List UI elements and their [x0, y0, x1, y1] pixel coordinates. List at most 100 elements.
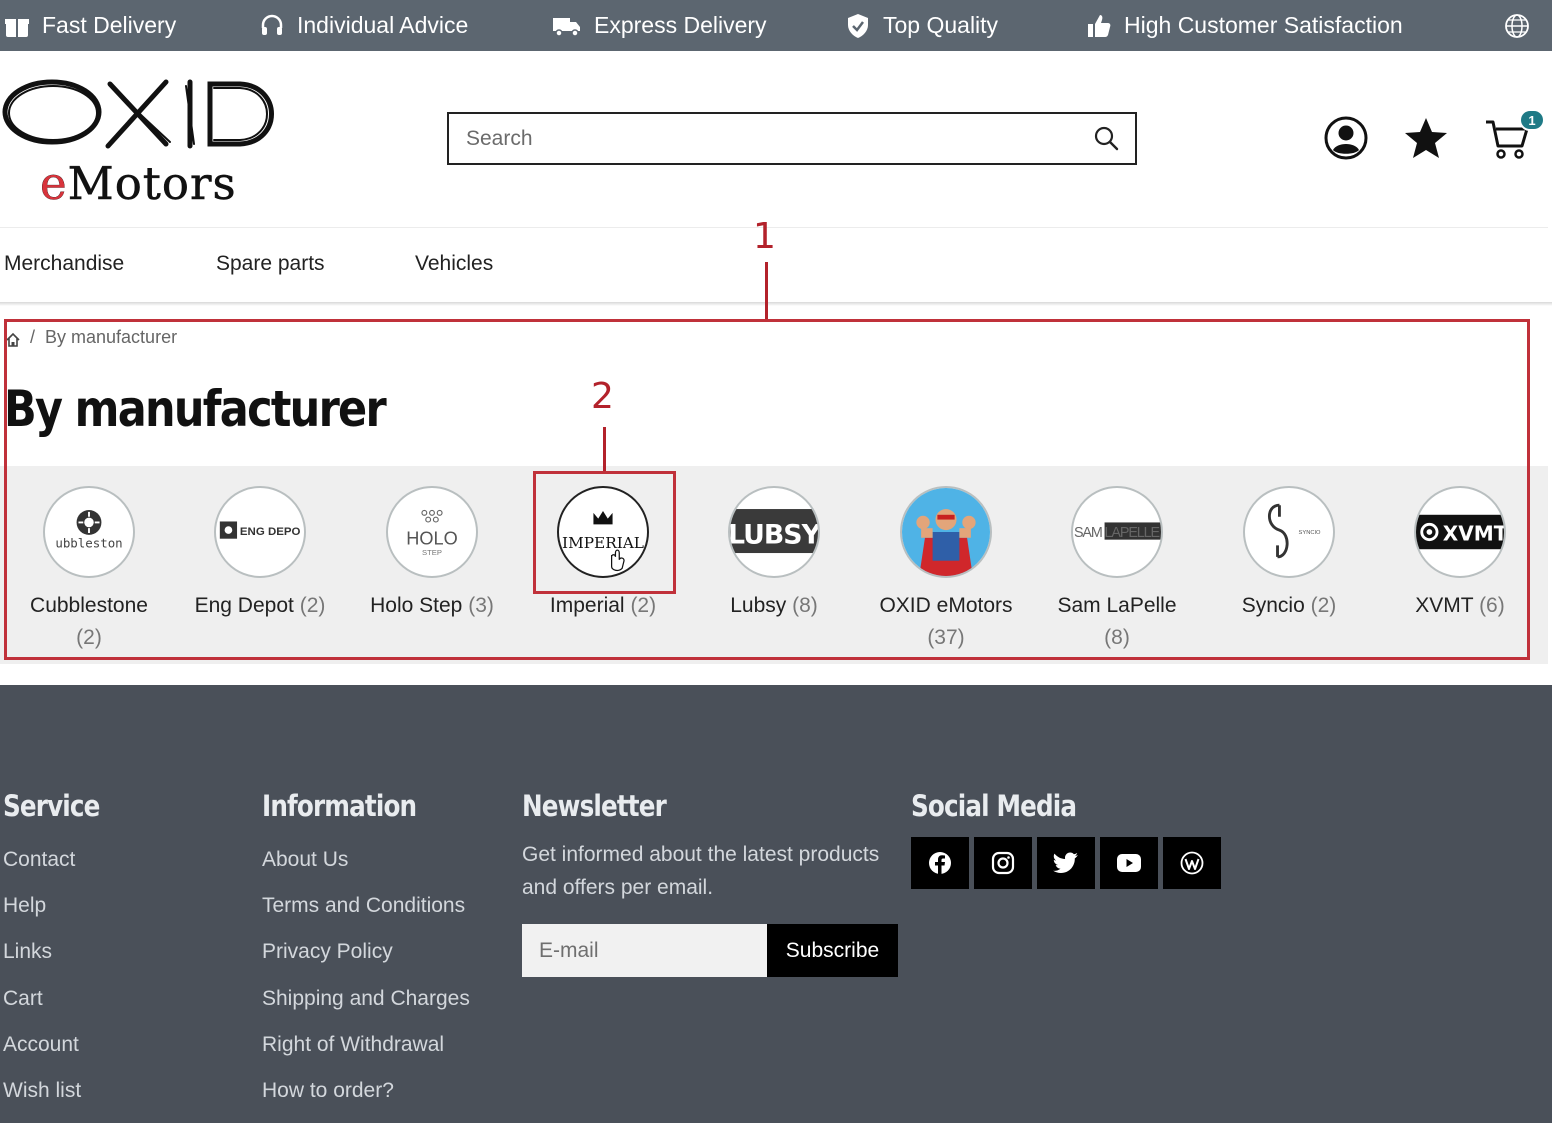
- usp-label: High Customer Satisfaction: [1124, 12, 1403, 38]
- annotation-label-1: 1: [753, 216, 776, 257]
- breadcrumb: / By manufacturer: [6, 326, 177, 348]
- manufacturer-count: (8): [1104, 626, 1130, 649]
- nav-item-merchandise[interactable]: Merchandise: [4, 252, 124, 276]
- manufacturer-name[interactable]: Holo Step: [370, 594, 462, 617]
- manufacturer-name[interactable]: Cubblestone: [30, 594, 148, 617]
- manufacturer-name[interactable]: OXID eMotors: [879, 594, 1012, 617]
- thumbs-up-icon: [1088, 14, 1111, 37]
- annotation-label-2: 2: [591, 376, 614, 417]
- footer-heading-information: Information: [262, 789, 417, 823]
- footer-link-how-to-order[interactable]: How to order?: [262, 1079, 394, 1103]
- footer-link-shipping[interactable]: Shipping and Charges: [262, 987, 470, 1011]
- manufacturer-count: (2): [76, 626, 102, 649]
- imperial-logo: IMPERIAL: [562, 510, 644, 572]
- manufacturer-count: (3): [468, 594, 494, 617]
- lubsy-logo: LUBSY: [730, 509, 818, 554]
- site-logo[interactable]: eMotors e: [0, 72, 290, 212]
- syncio-logo: SYNCIO: [1267, 503, 1321, 559]
- manufacturer-name[interactable]: XVMT: [1415, 594, 1473, 617]
- footer-link-privacy[interactable]: Privacy Policy: [262, 940, 393, 964]
- cart-count-badge: 1: [1519, 109, 1545, 131]
- manufacturer-logo[interactable]: ENG DEPO: [214, 486, 306, 578]
- footer-heading-newsletter: Newsletter: [522, 789, 667, 823]
- svg-text:XVMT: XVMT: [1443, 522, 1504, 546]
- footer-link-withdrawal[interactable]: Right of Withdrawal: [262, 1033, 444, 1057]
- subscribe-button[interactable]: Subscribe: [767, 924, 898, 977]
- manufacturer-item-imperial[interactable]: IMPERIAL Imperial (2): [517, 486, 689, 622]
- manufacturer-count: (6): [1479, 594, 1505, 617]
- manufacturer-list: ubbleston Cubblestone (2) ENG DEPO Eng De…: [0, 466, 1548, 664]
- svg-text:SYNCIO: SYNCIO: [1299, 530, 1321, 536]
- manufacturer-item-sam-lapelle[interactable]: SAM LAPELLE Sam LaPelle (8): [1031, 486, 1203, 654]
- manufacturer-count: (37): [927, 626, 965, 649]
- search-input[interactable]: [449, 114, 1049, 163]
- social-instagram-button[interactable]: [974, 837, 1032, 889]
- footer-heading-social-media: Social Media: [911, 789, 1077, 823]
- breadcrumb-separator: /: [30, 326, 36, 347]
- search-icon[interactable]: [1093, 125, 1119, 151]
- manufacturer-item-oxid-emotors[interactable]: OXID eMotors (37): [860, 486, 1032, 654]
- nav-item-spare-parts[interactable]: Spare parts: [216, 252, 325, 276]
- newsletter-text: Get informed about the latest products a…: [522, 843, 880, 899]
- manufacturer-logo[interactable]: XVMT: [1414, 486, 1506, 578]
- manufacturer-logo[interactable]: LUBSY: [728, 486, 820, 578]
- superhero-avatar-image: [902, 488, 990, 576]
- wishlist-star-icon[interactable]: [1403, 116, 1449, 160]
- manufacturer-name[interactable]: Syncio: [1242, 594, 1305, 617]
- xvmt-logo: XVMT: [1416, 514, 1504, 550]
- account-icon[interactable]: [1323, 115, 1369, 161]
- manufacturer-name[interactable]: Lubsy: [730, 594, 786, 617]
- social-youtube-button[interactable]: [1100, 837, 1158, 889]
- twitter-icon: [1053, 852, 1078, 873]
- usp-label: Fast Delivery: [42, 12, 177, 38]
- social-facebook-button[interactable]: [911, 837, 969, 889]
- footer-link-account[interactable]: Account: [3, 1033, 79, 1057]
- shield-check-icon: [848, 13, 868, 38]
- footer-link-wish-list[interactable]: Wish list: [3, 1079, 81, 1103]
- manufacturer-logo[interactable]: HOLO STEP: [386, 486, 478, 578]
- home-icon[interactable]: [6, 332, 20, 348]
- manufacturer-item-lubsy[interactable]: LUBSY Lubsy (8): [688, 486, 860, 622]
- manufacturer-item-holo-step[interactable]: HOLO STEP Holo Step (3): [346, 486, 518, 622]
- usp-label: Top Quality: [883, 12, 999, 38]
- globe-icon[interactable]: [1504, 13, 1530, 39]
- footer-link-contact[interactable]: Contact: [3, 848, 75, 872]
- footer-link-terms[interactable]: Terms and Conditions: [262, 894, 465, 918]
- gift-icon: [5, 18, 29, 37]
- manufacturer-item-syncio[interactable]: SYNCIO Syncio (2): [1203, 486, 1375, 622]
- manufacturer-logo[interactable]: ubbleston: [43, 486, 135, 578]
- manufacturer-logo[interactable]: SYNCIO: [1243, 486, 1335, 578]
- nav-shadow: [0, 302, 1552, 306]
- footer-link-links[interactable]: Links: [3, 940, 52, 964]
- newsletter-email-input[interactable]: [522, 924, 767, 977]
- manufacturer-logo[interactable]: [900, 486, 992, 578]
- footer-link-about-us[interactable]: About Us: [262, 848, 348, 872]
- social-twitter-button[interactable]: [1037, 837, 1095, 889]
- svg-text:LUBSY: LUBSY: [730, 519, 818, 550]
- usp-customer-satisfaction: High Customer Satisfaction: [1086, 0, 1403, 51]
- page-title: By manufacturer: [4, 380, 387, 438]
- usp-label: Express Delivery: [594, 12, 767, 38]
- truck-icon: [553, 17, 580, 37]
- usp-individual-advice: Individual Advice: [259, 0, 468, 51]
- usp-express-delivery: Express Delivery: [552, 0, 767, 51]
- youtube-icon: [1117, 854, 1141, 872]
- manufacturer-name[interactable]: Eng Depot: [195, 594, 294, 617]
- svg-text:e: e: [40, 157, 67, 210]
- footer-link-cart[interactable]: Cart: [3, 987, 43, 1011]
- manufacturer-item-cubblestone[interactable]: ubbleston Cubblestone (2): [3, 486, 175, 654]
- manufacturer-name[interactable]: Imperial: [550, 594, 625, 617]
- usp-label: Individual Advice: [297, 12, 469, 38]
- manufacturer-item-eng-depot[interactable]: ENG DEPO Eng Depot (2): [174, 486, 346, 622]
- manufacturer-count: (2): [630, 594, 657, 617]
- manufacturer-item-xvmt[interactable]: XVMT XVMT (6): [1374, 486, 1546, 622]
- manufacturer-logo[interactable]: SAM LAPELLE: [1071, 486, 1163, 578]
- eng-depot-logo: ENG DEPO: [219, 521, 301, 539]
- social-wordpress-button[interactable]: [1163, 837, 1221, 889]
- manufacturer-logo[interactable]: IMPERIAL: [557, 486, 649, 578]
- nav-item-vehicles[interactable]: Vehicles: [415, 252, 493, 276]
- svg-text:HOLO: HOLO: [406, 528, 457, 548]
- manufacturer-name[interactable]: Sam LaPelle: [1057, 594, 1176, 617]
- breadcrumb-current: By manufacturer: [45, 326, 178, 347]
- footer-link-help[interactable]: Help: [3, 894, 46, 918]
